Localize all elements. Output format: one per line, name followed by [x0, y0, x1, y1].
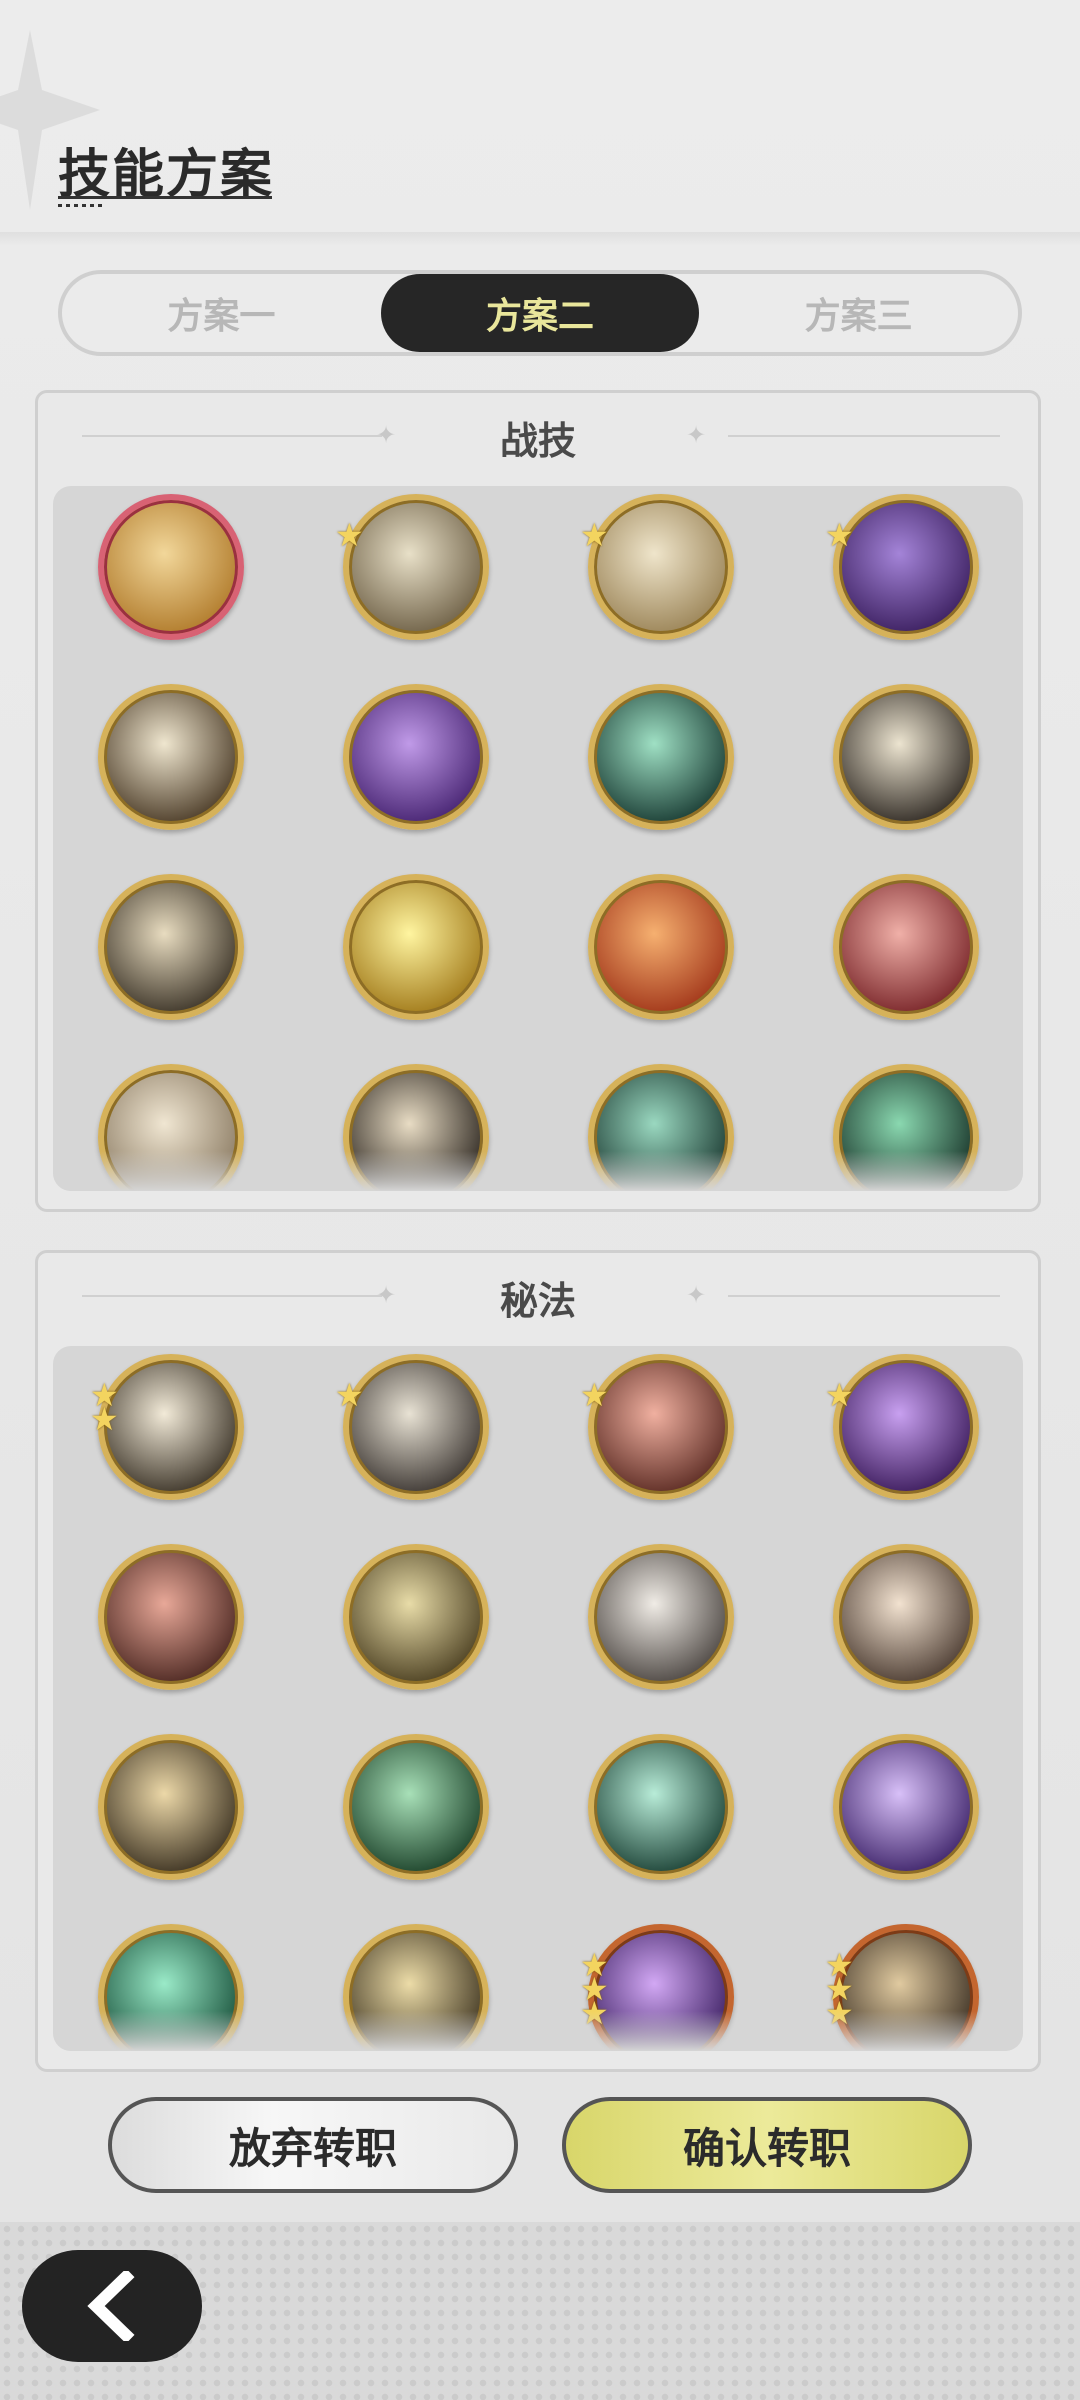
sword-burst-skill-icon[interactable]	[833, 1064, 979, 1191]
star-rank-icon: ★	[580, 1376, 609, 1414]
healing-circle-skill-icon[interactable]	[588, 1734, 734, 1880]
plan-tabs: 方案一 方案二 方案三	[58, 270, 1022, 356]
piercing-arrow-skill-icon[interactable]	[98, 684, 244, 830]
moon-leaf-skill-icon[interactable]	[343, 1354, 489, 1500]
blood-strike-skill-icon[interactable]	[98, 1544, 244, 1690]
spiral-vortex-skill-icon[interactable]	[98, 1734, 244, 1880]
section-title: 秘法	[499, 1278, 576, 1323]
spider-web-skill-icon[interactable]	[588, 1064, 734, 1191]
shadow-figure-skill-icon[interactable]	[833, 1734, 979, 1880]
star-rank-icon: ★	[825, 516, 854, 554]
section-title: 战技	[499, 418, 576, 463]
golden-shield-skill-icon[interactable]	[343, 874, 489, 1020]
cross-burst-skill-icon[interactable]	[833, 684, 979, 830]
heal-heart-skill-icon[interactable]	[343, 1734, 489, 1880]
beast-fang-skill-icon[interactable]	[833, 1924, 979, 2051]
star-rank-icon: ★	[825, 1994, 854, 2032]
title-rule-right	[728, 435, 1000, 437]
rage-warrior-skill-icon[interactable]	[833, 874, 979, 1020]
vortex-skill-icon[interactable]	[343, 494, 489, 640]
tab-plan-3[interactable]: 方案三	[699, 274, 1018, 352]
back-button[interactable]	[22, 2250, 202, 2362]
page-header: 技能方案	[58, 132, 274, 207]
tab-plan-2[interactable]: 方案二	[380, 274, 700, 352]
heart-shield-skill-icon[interactable]	[833, 1544, 979, 1690]
combat-skills-panel: ✦ 战技 ✦ ★ ★ ★	[35, 390, 1041, 1212]
holy-aid-skill-icon[interactable]	[343, 1924, 489, 2051]
skill-grid: ★ ★ ★ ★ ★ ★ ★ ★ ★ ★ ★	[53, 1346, 1023, 2051]
all-seeing-eye-skill-icon[interactable]	[98, 1354, 244, 1500]
sparkle-icon: ✦	[685, 1281, 707, 1309]
star-rank-icon: ★	[90, 1400, 119, 1438]
sparkle-icon: ✦	[685, 421, 707, 449]
star-rank-icon: ★	[580, 1994, 609, 2032]
sword-emblem-skill-icon[interactable]	[588, 1544, 734, 1690]
arcane-skills-panel: ✦ 秘法 ✦ ★ ★ ★ ★ ★ ★ ★ ★ ★ ★ ★	[35, 1250, 1041, 2072]
abandon-job-change-button[interactable]: 放弃转职	[108, 2097, 518, 2193]
header-divider	[0, 232, 1080, 246]
purple-flame-skill-icon[interactable]	[833, 1354, 979, 1500]
swirl-strike-skill-icon[interactable]	[98, 494, 244, 640]
leap-strike-skill-icon[interactable]	[343, 1064, 489, 1191]
void-heart-skill-icon[interactable]	[343, 684, 489, 830]
golden-guard-skill-icon[interactable]	[343, 1544, 489, 1690]
chevron-left-icon	[87, 2271, 135, 2341]
star-rank-icon: ★	[335, 516, 364, 554]
star-rank-icon: ★	[335, 1376, 364, 1414]
title-dots	[58, 204, 106, 207]
whirlwind-skill-icon[interactable]	[588, 494, 734, 640]
star-rank-icon: ★	[825, 1376, 854, 1414]
tab-plan-1[interactable]: 方案一	[62, 274, 381, 352]
confirm-job-change-button[interactable]: 确认转职	[562, 2097, 972, 2193]
jade-sword-skill-icon[interactable]	[98, 1924, 244, 2051]
skill-grid: ★ ★ ★	[53, 486, 1023, 1191]
crescent-slash-skill-icon[interactable]	[588, 684, 734, 830]
flame-emblem-skill-icon[interactable]	[588, 874, 734, 1020]
armor-guard-skill-icon[interactable]	[588, 1354, 734, 1500]
afterimage-dash-skill-icon[interactable]	[98, 1064, 244, 1191]
shadow-claw-skill-icon[interactable]	[833, 494, 979, 640]
title-underline	[58, 196, 272, 199]
star-rank-icon: ★	[580, 516, 609, 554]
lightning-slash-skill-icon[interactable]	[98, 874, 244, 1020]
arcane-summon-skill-icon[interactable]	[588, 1924, 734, 2051]
title-rule-right	[728, 1295, 1000, 1297]
